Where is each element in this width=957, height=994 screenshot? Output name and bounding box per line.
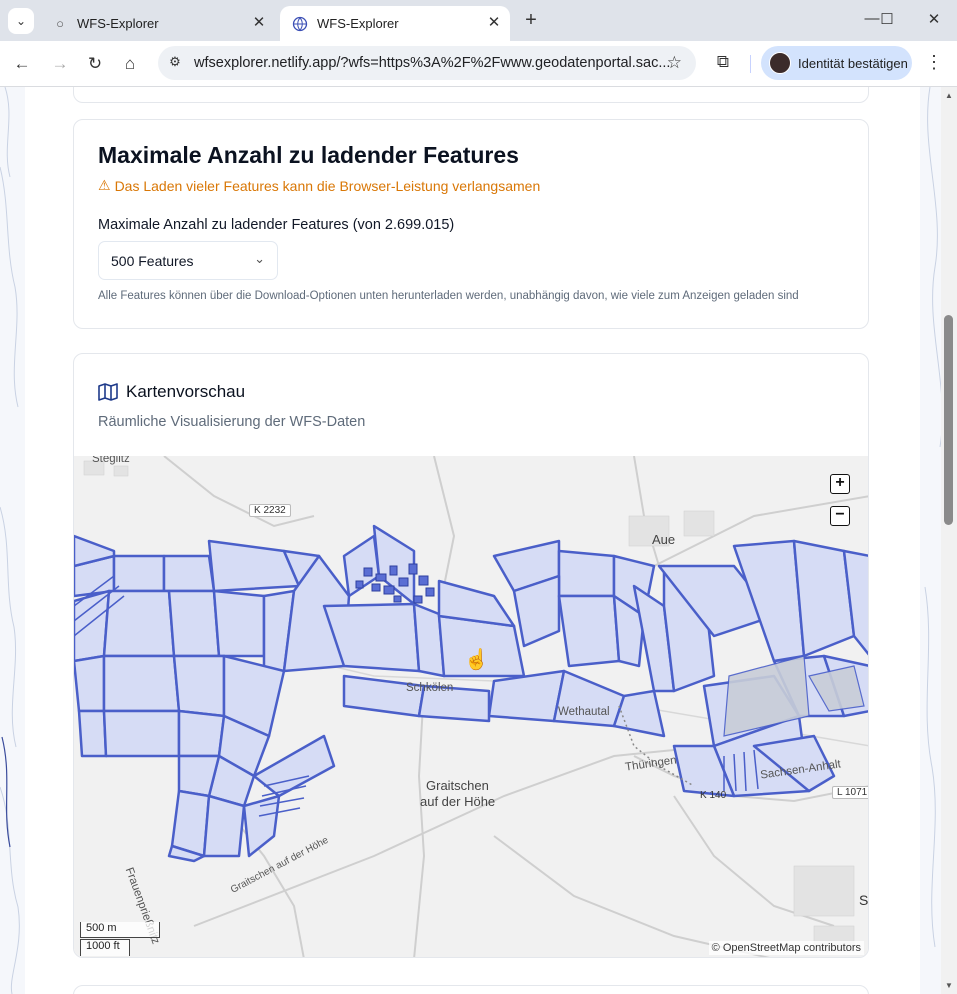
map-attribution[interactable]: © OpenStreetMap contributors [708, 941, 864, 955]
place-label-wethautal: Wethautal [558, 706, 610, 718]
tab-search-button[interactable]: ⌄ [8, 8, 34, 34]
globe-icon: ○ [56, 16, 64, 31]
map-layer [74, 456, 868, 957]
max-features-select[interactable]: 500 Features ⌄ [98, 241, 278, 280]
road-label-l1071: L 1071 [832, 786, 868, 799]
scrollbar-thumb[interactable] [944, 315, 953, 525]
scroll-down-icon[interactable]: ▼ [945, 981, 953, 990]
previous-card [73, 87, 869, 103]
place-label-steglitz: Steglitz [92, 456, 130, 465]
map-preview-card: Kartenvorschau Räumliche Visualisierung … [73, 353, 869, 958]
address-bar[interactable]: ⚙ wfsexplorer.netlify.app/?wfs=https%3A%… [158, 46, 696, 80]
forward-icon[interactable]: → [48, 52, 72, 76]
tab-strip: ⌄ ○ WFS-Explorer ✕ WFS-Explorer ✕ + — ☐ … [0, 0, 957, 41]
avatar [769, 52, 791, 74]
download-hint: Alle Features können über die Download-O… [98, 290, 799, 302]
warning-triangle-icon: ⚠ [98, 177, 111, 193]
hand-cursor-icon: ☝ [464, 649, 489, 671]
new-tab-button[interactable]: + [520, 10, 542, 32]
warning-text: Das Laden vieler Features kann die Brows… [114, 177, 541, 194]
place-label-graitschen-2: auf der Höhe [420, 794, 496, 809]
tab-title: WFS-Explorer [317, 16, 399, 31]
home-icon[interactable]: ⌂ [118, 52, 142, 76]
site-info-icon[interactable]: ⚙ [166, 54, 184, 72]
toolbar-divider [750, 55, 751, 73]
bookmark-star-icon[interactable]: ☆ [667, 53, 682, 73]
chevron-down-icon: ⌄ [15, 14, 27, 28]
browser-toolbar: ← → ↻ ⌂ ⚙ wfsexplorer.netlify.app/?wfs=h… [0, 41, 957, 87]
wfs-favicon-icon [292, 16, 308, 32]
maximize-icon[interactable]: ☐ [875, 10, 899, 30]
select-value: 500 Features [111, 253, 194, 269]
zoom-out-button[interactable]: − [830, 506, 850, 526]
scroll-up-icon[interactable]: ▲ [945, 91, 953, 100]
tab-active[interactable]: WFS-Explorer ✕ [280, 6, 510, 41]
chevron-down-icon: ⌄ [254, 251, 265, 266]
profile-label: Identität bestätigen [798, 55, 908, 71]
max-features-card: Maximale Anzahl zu ladender Features ⚠ D… [73, 119, 869, 329]
card-title: Maximale Anzahl zu ladender Features [98, 142, 519, 168]
next-card [73, 985, 869, 994]
road-label-k2232: K 2232 [249, 504, 291, 517]
place-label-schkoelen: Schkölen [406, 682, 454, 694]
close-icon[interactable]: ✕ [251, 15, 267, 31]
page-scrollbar[interactable]: ▲ ▼ [941, 87, 957, 994]
field-label: Maximale Anzahl zu ladender Features (vo… [98, 217, 455, 233]
extensions-icon[interactable]: ⧉ [712, 52, 734, 74]
performance-warning: ⚠ Das Laden vieler Features kann die Bro… [98, 177, 540, 194]
profile-button[interactable]: Identität bestätigen [761, 46, 912, 80]
close-window-icon[interactable]: ✕ [922, 10, 946, 30]
page-viewport: Maximale Anzahl zu ladender Features ⚠ D… [0, 87, 957, 994]
zoom-in-button[interactable]: + [830, 474, 850, 494]
close-icon[interactable]: ✕ [486, 15, 502, 31]
place-label-aue: Aue [652, 532, 676, 547]
place-label-graitschen: Graitschen [426, 778, 489, 793]
map-canvas[interactable]: Steglitz Aue Schkölen Graitschen auf der… [74, 456, 869, 957]
map-card-title: Kartenvorschau [126, 382, 246, 401]
scale-bar-metric: 500 m [80, 922, 160, 938]
scale-bar-imperial: 1000 ft [80, 939, 130, 956]
url-text[interactable]: wfsexplorer.netlify.app/?wfs=https%3A%2F… [194, 55, 670, 71]
reload-icon[interactable]: ↻ [83, 52, 107, 76]
map-card-subtitle: Räumliche Visualisierung der WFS-Daten [98, 414, 366, 430]
map-icon [98, 383, 118, 401]
back-icon[interactable]: ← [10, 52, 34, 76]
tab-inactive[interactable]: ○ WFS-Explorer ✕ [40, 6, 275, 41]
tab-title: WFS-Explorer [77, 16, 159, 31]
kebab-menu-icon[interactable]: ⋮ [924, 52, 944, 74]
map-card-header: Kartenvorschau [98, 382, 245, 402]
road-label-k140: K 140 [700, 790, 727, 801]
place-label-se: Se [859, 892, 869, 908]
